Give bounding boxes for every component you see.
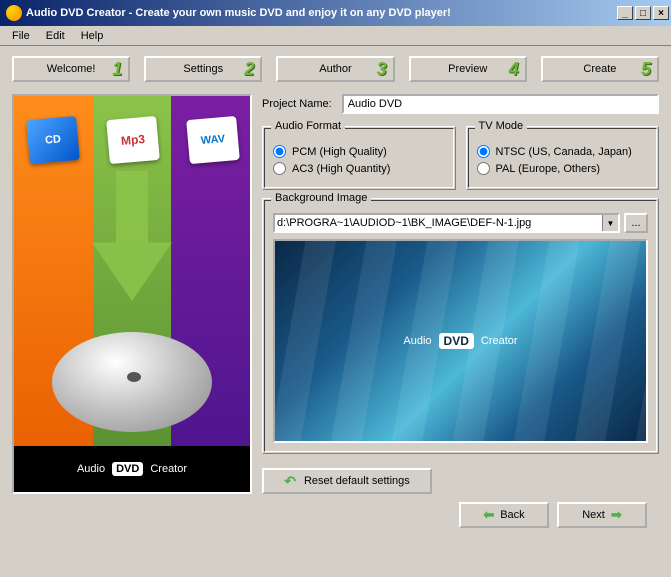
radio-pal[interactable]: PAL (Europe, Others) (477, 162, 649, 175)
radio-pcm[interactable]: PCM (High Quality) (273, 145, 445, 158)
background-image-group: Background Image d:\PROGRA~1\AUDIOD~1\BK… (262, 198, 659, 454)
step-preview[interactable]: Preview4 (409, 56, 527, 82)
step-settings[interactable]: Settings2 (144, 56, 262, 82)
radio-ntsc[interactable]: NTSC (US, Canada, Japan) (477, 145, 649, 158)
arrow-left-icon: ⬅ (483, 507, 494, 523)
disc-icon (52, 332, 212, 432)
window-title: Audio DVD Creator - Create your own musi… (26, 7, 617, 19)
chevron-down-icon[interactable]: ▼ (602, 215, 618, 231)
menu-file[interactable]: File (4, 28, 38, 44)
project-name-label: Project Name: (262, 98, 332, 110)
menu-help[interactable]: Help (73, 28, 112, 44)
maximize-button[interactable]: □ (635, 6, 651, 20)
audio-format-group: Audio Format PCM (High Quality) AC3 (Hig… (262, 126, 456, 190)
bg-preview: Audio DVD Creator (273, 239, 648, 443)
product-art: CD Audio DVD Creator (12, 94, 252, 494)
menu-bar: File Edit Help (0, 26, 671, 46)
menu-edit[interactable]: Edit (38, 28, 73, 44)
title-bar: Audio DVD Creator - Create your own musi… (0, 0, 671, 26)
undo-icon: ↶ (284, 473, 296, 490)
close-button[interactable]: × (653, 6, 669, 20)
wav-icon (186, 116, 240, 164)
minimize-button[interactable]: _ (617, 6, 633, 20)
product-brand: Audio DVD Creator (14, 446, 250, 492)
step-create[interactable]: Create5 (541, 56, 659, 82)
tv-mode-group: TV Mode NTSC (US, Canada, Japan) PAL (Eu… (466, 126, 660, 190)
step-author[interactable]: Author3 (276, 56, 394, 82)
reset-defaults-button[interactable]: ↶ Reset default settings (262, 468, 432, 494)
browse-button[interactable]: ... (624, 213, 648, 233)
mp3-icon (106, 116, 160, 164)
arrow-right-icon: ➡ (611, 507, 622, 523)
step-welcome[interactable]: Welcome!1 (12, 56, 130, 82)
bg-path-combo[interactable]: d:\PROGRA~1\AUDIOD~1\BK_IMAGE\DEF-N-1.jp… (273, 213, 620, 233)
app-icon (6, 5, 22, 21)
back-button[interactable]: ⬅Back (459, 502, 549, 528)
wizard-steps: Welcome!1 Settings2 Author3 Preview4 Cre… (12, 56, 659, 82)
cd-icon: CD (26, 116, 80, 164)
project-name-input[interactable] (342, 94, 659, 114)
radio-ac3[interactable]: AC3 (High Quantity) (273, 162, 445, 175)
next-button[interactable]: Next➡ (557, 502, 647, 528)
